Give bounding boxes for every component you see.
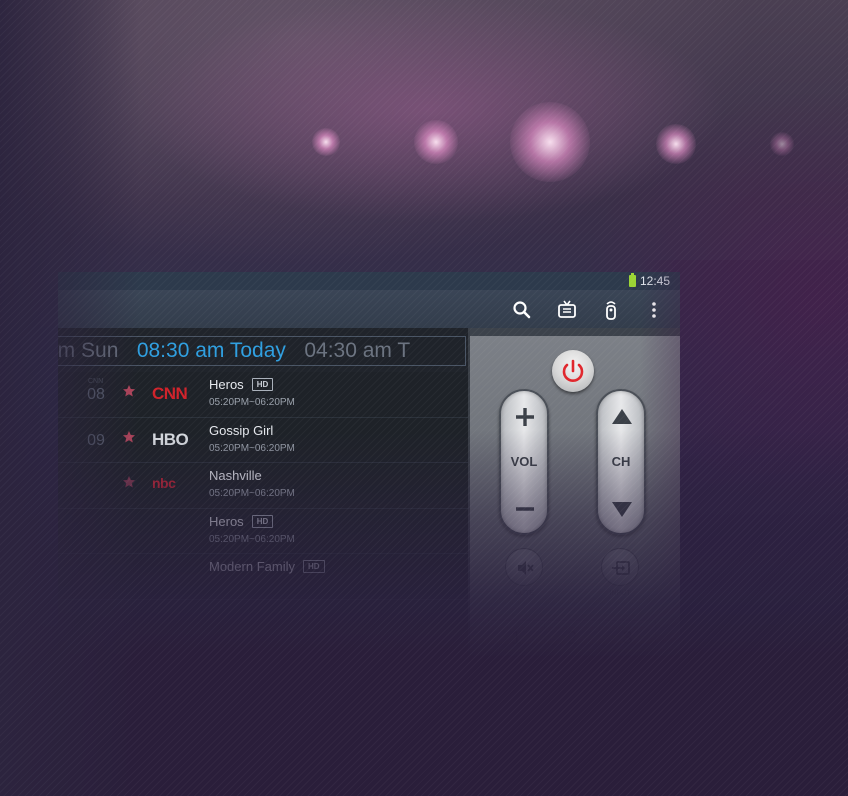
program-row[interactable]: CNN 08 CNN Heros HD 05:20PM~06:20PM: [58, 372, 468, 418]
search-icon[interactable]: [512, 300, 532, 320]
channel-number: 08: [87, 386, 105, 403]
remote-top-edge: [470, 328, 680, 336]
volume-up-button[interactable]: [501, 391, 547, 441]
hd-badge: HD: [302, 560, 325, 573]
remote-icon[interactable]: [601, 300, 621, 320]
minus-icon: [516, 507, 534, 511]
program-time: 05:20PM~06:20PM: [209, 442, 295, 454]
channel-down-button[interactable]: [598, 483, 644, 533]
plus-icon: [516, 408, 534, 426]
input-button[interactable]: [601, 548, 639, 586]
channel-logo: nbc: [152, 475, 176, 491]
overflow-menu-icon[interactable]: [644, 300, 664, 320]
channel-logo: HBO: [152, 429, 189, 449]
time-slot-previous[interactable]: am Sun: [58, 337, 118, 365]
power-button[interactable]: [552, 350, 594, 392]
program-title-text: Heros: [209, 513, 244, 529]
remote-panel: VOL CH MUTE INPUT 1 2 3: [468, 328, 680, 672]
mute-icon: [518, 561, 534, 575]
volume-label: VOL: [510, 454, 538, 469]
program-title-text: Modern Family: [209, 559, 295, 574]
mute-label: MUTE: [514, 590, 534, 597]
input-icon: [612, 561, 630, 575]
channel-up-button[interactable]: [598, 391, 644, 441]
number-key-3[interactable]: 3: [600, 621, 655, 655]
star-icon[interactable]: [122, 384, 136, 398]
program-title: Nashville: [209, 468, 262, 483]
program-row[interactable]: 09 HBO Gossip Girl 05:20PM~06:20PM: [58, 417, 468, 463]
status-time: 12:45: [639, 274, 670, 288]
tv-remote-app: 12:45 am Sun 08:30 am Today 04:30 am T C…: [58, 272, 680, 672]
program-row[interactable]: Heros HD 05:20PM~06:20PM: [58, 508, 468, 554]
program-title: Gossip Girl: [209, 422, 274, 438]
time-slot-current[interactable]: 08:30 am Today: [137, 337, 286, 365]
action-bar: [58, 290, 680, 328]
channel-sub-label: CNN: [88, 378, 104, 385]
program-list: CNN 08 CNN Heros HD 05:20PM~06:20PM 09 HB…: [58, 372, 468, 600]
triangle-down-icon: [612, 502, 632, 517]
channel-label: CH: [611, 454, 631, 469]
battery-icon: [629, 273, 636, 287]
channel-rocker: CH: [596, 389, 646, 535]
program-title: Heros HD: [209, 513, 274, 529]
time-strip[interactable]: am Sun 08:30 am Today 04:30 am T: [58, 336, 466, 366]
program-time: 05:20PM~06:20PM: [209, 488, 295, 499]
program-title-text: Heros: [209, 377, 244, 392]
status-bar: 12:45: [58, 272, 680, 290]
tv-guide-icon[interactable]: [557, 300, 577, 320]
main-content: am Sun 08:30 am Today 04:30 am T CNN 08 …: [58, 328, 680, 672]
hd-badge: HD: [251, 514, 274, 528]
time-slot-next[interactable]: 04:30 am T: [304, 337, 410, 365]
number-pad: 1 2 3: [488, 620, 656, 656]
volume-rocker: VOL: [499, 389, 549, 535]
channel-number: 09: [87, 431, 105, 449]
program-time: 05:20PM~06:20PM: [209, 533, 295, 545]
input-label: INPUT: [609, 590, 631, 597]
hd-badge: HD: [251, 378, 274, 391]
number-key-1[interactable]: 1: [489, 621, 545, 655]
star-icon[interactable]: [122, 475, 136, 489]
program-time: 05:20PM~06:20PM: [209, 397, 295, 408]
volume-down-button[interactable]: [501, 483, 547, 533]
program-title: Heros HD: [209, 377, 274, 392]
program-title: Modern Family HD: [209, 559, 325, 574]
triangle-up-icon: [612, 409, 632, 424]
star-icon[interactable]: [122, 430, 136, 444]
power-icon: [562, 359, 584, 382]
channel-logo: CNN: [152, 384, 188, 403]
mute-button[interactable]: [505, 548, 543, 586]
program-row[interactable]: nbc Nashville 05:20PM~06:20PM: [58, 463, 468, 509]
program-row[interactable]: Modern Family HD: [58, 554, 468, 600]
number-key-2[interactable]: 2: [545, 621, 601, 655]
